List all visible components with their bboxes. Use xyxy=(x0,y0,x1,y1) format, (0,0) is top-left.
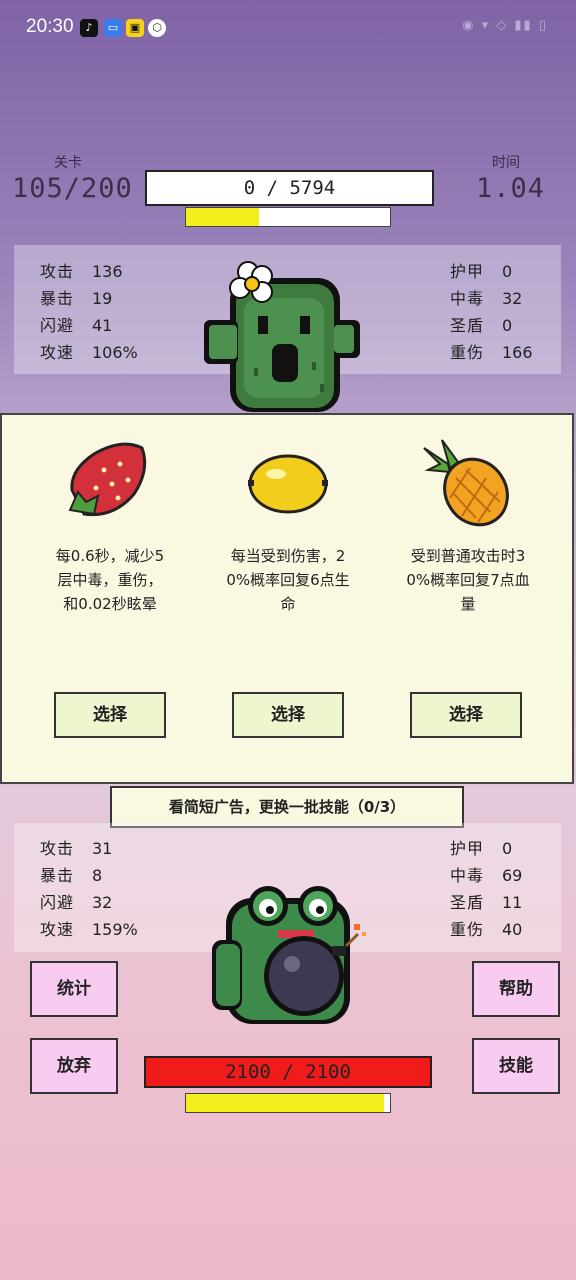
select-choice-1-button[interactable]: 选择 xyxy=(54,692,166,738)
help-button[interactable]: 帮助 xyxy=(472,961,560,1017)
lemon-icon xyxy=(248,454,328,514)
choice-3-description: 受到普通攻击时3 0%概率回复7点血量 xyxy=(406,547,530,613)
frog-player-sprite xyxy=(212,886,366,1024)
system-indicators-icon: ◉ ▾ ◇ ▮▮ ▯ xyxy=(462,18,548,33)
player-stat-armor: 护甲 0 xyxy=(450,839,513,858)
player-stat-attack-speed: 攻速 159% xyxy=(40,920,138,939)
tiktok-icon: ♪ xyxy=(80,19,98,37)
status-time: 20:30 xyxy=(26,16,74,37)
enemy-progress-bar xyxy=(185,207,391,227)
enemy-progress-fill xyxy=(186,208,260,226)
game-notification-icon: ▣ xyxy=(126,19,144,37)
strawberry-icon xyxy=(68,442,147,517)
level-value: 105/200 xyxy=(12,173,133,204)
quit-button[interactable]: 放弃 xyxy=(30,1038,118,1094)
player-stat-crit: 暴击 8 xyxy=(40,866,103,885)
ad-refresh-skills-button[interactable]: 看简短广告，更换一批技能（0/3） xyxy=(110,786,464,828)
time-label: 时间 xyxy=(492,155,520,171)
enemy-stat-attack: 攻击 136 xyxy=(40,262,123,281)
player-stats-right: 护甲 0 中毒 69 圣盾 11 重伤 40 xyxy=(450,835,522,943)
player-stat-injury: 重伤 40 xyxy=(450,920,523,939)
player-hp-bar: 2100 / 2100 xyxy=(144,1056,432,1088)
choice-1-description: 每0.6秒，减少5 层中毒，重伤， 和0.02秒眩晕 xyxy=(55,547,165,613)
player-progress-fill xyxy=(186,1094,384,1112)
player-stat-dodge: 闪避 32 xyxy=(40,893,113,912)
enemy-stat-attack-speed: 攻速 106% xyxy=(40,343,138,362)
select-choice-3-button[interactable]: 选择 xyxy=(410,692,522,738)
enemy-stat-shield: 圣盾 0 xyxy=(450,316,513,335)
enemy-stat-armor: 护甲 0 xyxy=(450,262,513,281)
enemy-hp-text: 0 / 5794 xyxy=(243,177,336,199)
enemy-hp-box: 0 / 5794 xyxy=(145,170,434,206)
enemy-stats-right: 护甲 0 中毒 32 圣盾 0 重伤 166 xyxy=(450,258,533,366)
enemy-stat-injury: 重伤 166 xyxy=(450,343,533,362)
time-value: 1.04 xyxy=(476,173,546,204)
status-bar: 20:30 ♪ ▭ ▣ ⬡ ◉ ▾ ◇ ▮▮ ▯ xyxy=(0,0,576,56)
cactus-enemy-sprite xyxy=(204,261,360,412)
shield-notification-icon: ⬡ xyxy=(148,19,166,37)
player-stat-attack: 攻击 31 xyxy=(40,839,113,858)
pineapple-icon xyxy=(423,439,509,527)
select-choice-2-button[interactable]: 选择 xyxy=(232,692,344,738)
level-label: 关卡 xyxy=(54,155,82,171)
enemy-stat-poison: 中毒 32 xyxy=(450,289,523,308)
enemy-stat-crit: 暴击 19 xyxy=(40,289,113,308)
player-stat-shield: 圣盾 11 xyxy=(450,893,523,912)
skills-button[interactable]: 技能 xyxy=(472,1038,560,1094)
enemy-stat-dodge: 闪避 41 xyxy=(40,316,113,335)
choice-2-description: 每当受到伤害，2 0%概率回复6点生命 xyxy=(226,547,350,613)
app-notification-icon: ▭ xyxy=(104,19,122,37)
stats-button[interactable]: 统计 xyxy=(30,961,118,1017)
player-stats-left: 攻击 31 暴击 8 闪避 32 攻速 159% xyxy=(40,835,138,943)
player-progress-bar xyxy=(185,1093,391,1113)
player-stat-poison: 中毒 69 xyxy=(450,866,523,885)
enemy-stats-left: 攻击 136 暴击 19 闪避 41 攻速 106% xyxy=(40,258,138,366)
